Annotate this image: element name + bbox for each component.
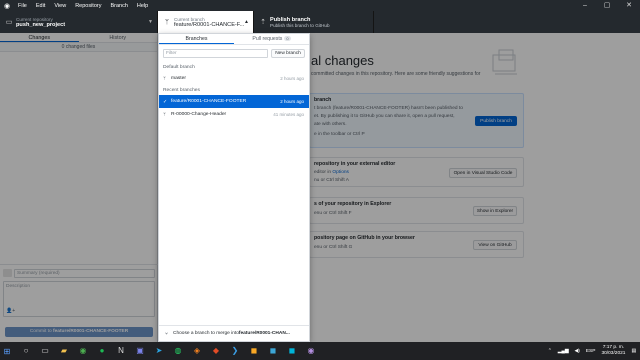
chevron-up-icon: ▲ [244,19,249,25]
whatsapp-icon[interactable]: ◍ [170,344,186,358]
github-desktop-icon[interactable]: ◉ [303,344,319,358]
pull-requests-count: 0 [284,36,291,41]
chrome-icon[interactable]: ◉ [75,344,91,358]
branch-item-time: 2 hours ago [280,76,304,81]
branch-item-time: 41 minutes ago [273,112,304,117]
clock[interactable]: 7:17 p. m. 30/03/2021 [601,345,625,357]
taskbar: ⊞ ○ ▭ ▰ ◉ ● N ▣ ➤ ◍ ◈ ◆ ❯ ◼ ◼ ◼ ◉ ⌃ ▂▄▆ … [0,342,640,360]
app-icon[interactable]: ◼ [284,344,300,358]
title-bar: ◉ File Edit View Repository Branch Help … [0,0,640,11]
search-icon[interactable]: ○ [18,344,34,358]
branch-dropdown: Branches Pull requests 0 Filter New branc… [158,33,310,342]
menu-view[interactable]: View [54,3,66,9]
menu-branch[interactable]: Branch [110,3,127,9]
upload-icon: ⇡ [260,19,266,26]
branch-item-name: R-00000-Change-Header [171,112,227,117]
notifications-icon[interactable]: ▤ [631,349,636,354]
branch-icon: ᛘ [163,111,167,118]
app-icon[interactable]: ◈ [189,344,205,358]
publish-sub: Publish this branch to GitHub [270,22,330,28]
menu-repository[interactable]: Repository [75,3,101,9]
menu-bar: File Edit View Repository Branch Help [14,3,148,9]
branch-item[interactable]: ᛘ R-00000-Change-Header 41 minutes ago [159,108,309,121]
tab-branches[interactable]: Branches [159,34,234,44]
app-icon[interactable]: ◼ [246,344,262,358]
branch-item[interactable]: ᛘ master 2 hours ago [159,72,309,85]
dropdown-tabs: Branches Pull requests 0 [159,34,309,45]
spotify-icon[interactable]: ● [94,344,110,358]
volume-icon[interactable]: ◀) [575,349,580,354]
teams-icon[interactable]: ▣ [132,344,148,358]
pull-requests-label: Pull requests [252,36,283,42]
merge-icon: ⑂ [165,331,168,337]
branch-item-name: feature/R0001-CHANCE-FOOTER [171,99,247,104]
branch-name: feature/R0001-CHANCE-F... [174,21,245,28]
branch-item-name: master [171,76,186,81]
clock-date: 30/03/2021 [601,351,626,356]
file-explorer-icon[interactable]: ▰ [56,344,72,358]
toolbar: ▭ Current repository push_new_project ▼ … [0,11,640,33]
minimize-icon[interactable]: – [574,0,596,11]
repo-name: push_new_project [16,21,66,28]
repo-icon: ▭ [5,19,13,26]
start-icon[interactable]: ⊞ [0,347,14,356]
close-icon[interactable]: ✕ [618,0,640,11]
tab-pull-requests[interactable]: Pull requests 0 [234,34,309,44]
github-logo-icon: ◉ [3,2,11,10]
branch-icon: ᛘ [164,18,170,26]
chevron-down-icon: ▼ [148,19,153,25]
current-repository-button[interactable]: ▭ Current repository push_new_project ▼ [0,11,158,33]
menu-file[interactable]: File [18,3,27,9]
check-icon: ✓ [163,98,168,105]
recent-branches-header: Recent branches [163,88,200,93]
telegram-icon[interactable]: ➤ [151,344,167,358]
publish-branch-button[interactable]: ⇡ Publish branch Publish this branch to … [254,11,374,33]
menu-edit[interactable]: Edit [36,3,45,9]
chevron-up-icon[interactable]: ⌃ [548,349,552,354]
app-icon[interactable]: ◆ [208,344,224,358]
task-view-icon[interactable]: ▭ [37,344,53,358]
default-branch-header: Default branch [163,65,195,70]
merge-branch: feature/R0001-CHAN... [238,331,290,336]
filter-input[interactable]: Filter [163,49,268,58]
new-branch-button[interactable]: New branch [271,49,305,58]
menu-help[interactable]: Help [137,3,148,9]
current-branch-button[interactable]: ᛘ Current branch feature/R0001-CHANCE-F.… [158,11,254,33]
merge-into-button[interactable]: ⑂ Choose a branch to merge into feature/… [159,325,309,341]
branch-item-time: 2 hours ago [280,99,304,104]
network-icon[interactable]: ▂▄▆ [558,349,569,354]
window-controls: – ▢ ✕ [574,0,640,11]
branch-icon: ᛘ [163,75,167,82]
merge-prefix: Choose a branch to merge into [173,331,239,336]
taskbar-apps: ○ ▭ ▰ ◉ ● N ▣ ➤ ◍ ◈ ◆ ❯ ◼ ◼ ◼ ◉ [14,344,319,358]
maximize-icon[interactable]: ▢ [596,0,618,11]
branch-item[interactable]: ✓ feature/R0001-CHANCE-FOOTER 2 hours ag… [159,95,309,108]
app-icon[interactable]: ◼ [265,344,281,358]
language-indicator[interactable]: ESP [586,349,596,354]
modal-overlay[interactable] [0,33,640,342]
vscode-icon[interactable]: ❯ [227,344,243,358]
notion-icon[interactable]: N [113,344,129,358]
system-tray: ⌃ ▂▄▆ ◀) ESP 7:17 p. m. 30/03/2021 ▤ [548,342,636,360]
